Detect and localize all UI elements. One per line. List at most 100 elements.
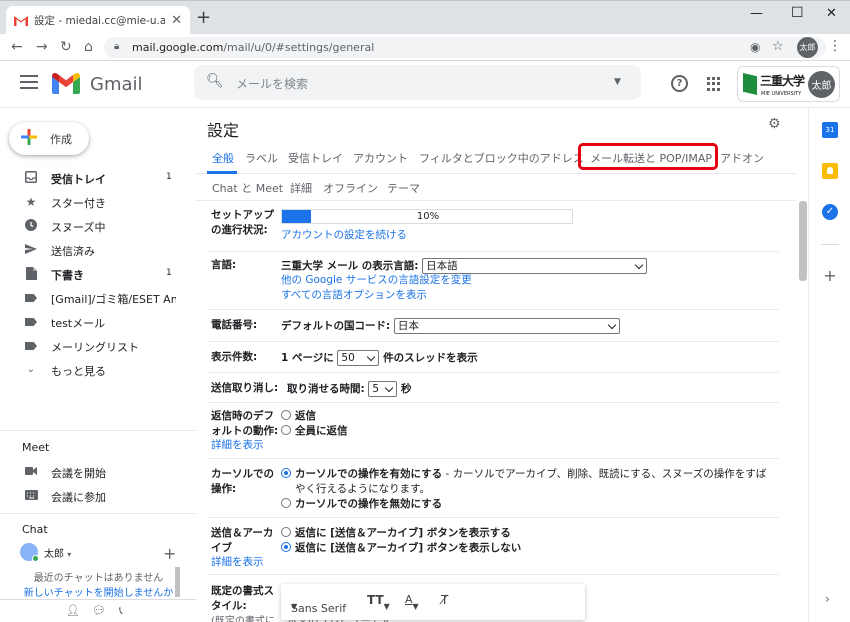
nav-sent[interactable]: 送信済み: [0, 239, 190, 262]
nav-label-test[interactable]: testメール: [0, 311, 190, 334]
cursor-disable-option[interactable]: カーソルでの操作を無効にする: [281, 497, 442, 512]
person-icon[interactable]: 👤︎: [66, 604, 80, 617]
reply-option[interactable]: 返信: [281, 409, 316, 424]
nav-item-label: testメール: [51, 317, 106, 330]
pagesize-prefix: 1 ページに: [281, 352, 334, 364]
org-logo-icon: [743, 73, 757, 95]
keep-icon[interactable]: [822, 163, 838, 179]
undo-suffix: 秒: [401, 383, 412, 395]
new-chat-plus-icon[interactable]: +: [163, 544, 176, 563]
lock-icon[interactable]: 🔒︎: [114, 41, 119, 52]
nav-starred[interactable]: ★ スター付き: [0, 191, 190, 214]
help-icon[interactable]: ?: [671, 75, 688, 92]
google-language-link[interactable]: 他の Google サービスの言語設定を変更: [281, 273, 472, 288]
send-archive-learn-more-link[interactable]: 詳細を表示: [211, 555, 264, 570]
minimize-icon[interactable]: —: [750, 6, 763, 21]
send-archive-show-option[interactable]: 返信に [送信＆アーカイブ] ボタンを表示する: [281, 526, 511, 541]
nav-label-mailinglist[interactable]: メーリングリスト: [0, 335, 190, 358]
browser-tab[interactable]: 設定 - miedai.cc@mie-u.ac.jp - 三 ✕: [6, 6, 190, 35]
cursor-enable-option[interactable]: カーソルでの操作を有効にする - カーソルでアーカイブ、削除、既読にする、スヌー…: [281, 467, 781, 497]
undo-seconds-select[interactable]: 5: [368, 381, 398, 397]
reload-icon[interactable]: ↻: [60, 39, 72, 55]
forward-icon[interactable]: →: [36, 39, 48, 55]
url-bar[interactable]: 🔒︎ mail.google.com/mail/u/0/#settings/ge…: [104, 37, 826, 58]
meet-start[interactable]: 会議を開始: [0, 461, 190, 484]
reply-all-option[interactable]: 全員に返信: [281, 424, 348, 439]
chevron-down-icon: [634, 260, 644, 270]
mail-search-box[interactable]: 🔍︎ メールを検索 ▼: [194, 65, 641, 100]
calendar-icon[interactable]: 31: [822, 122, 838, 138]
expand-panel-icon[interactable]: ›: [825, 592, 830, 606]
tab-themes[interactable]: テーマ: [387, 180, 420, 196]
main-scrollbar[interactable]: [799, 201, 807, 281]
tab-general[interactable]: 全般: [212, 150, 234, 166]
compose-button[interactable]: 作成: [9, 122, 89, 155]
tab-filters[interactable]: フィルタとブロック中のアドレス: [419, 150, 584, 166]
nav-more[interactable]: ⌄ もっと見る: [0, 359, 190, 382]
nav-snoozed[interactable]: スヌーズ中: [0, 215, 190, 238]
radio-button-selected[interactable]: [281, 468, 291, 478]
browser-profile-avatar[interactable]: 太郎: [797, 37, 818, 58]
all-language-options-link[interactable]: すべての言語オプションを表示: [281, 288, 427, 303]
meet-start-label: 会議を開始: [51, 467, 106, 480]
tab-accounts[interactable]: アカウント: [353, 150, 408, 166]
country-code-select[interactable]: 日本: [393, 318, 620, 334]
compose-label: 作成: [50, 133, 72, 146]
search-icon[interactable]: 🔍︎: [206, 73, 224, 89]
settings-gear-icon[interactable]: ⚙: [768, 116, 781, 132]
language-select[interactable]: 日本語: [422, 258, 648, 274]
meet-join[interactable]: 会議に参加: [0, 485, 190, 508]
nav-drafts[interactable]: 下書き 1: [0, 263, 190, 286]
bookmark-star-icon[interactable]: ☆: [772, 39, 784, 54]
radio-button[interactable]: [281, 425, 291, 435]
search-options-icon[interactable]: ▼: [614, 77, 621, 87]
close-tab-icon[interactable]: ✕: [171, 13, 182, 28]
eye-icon[interactable]: ◉: [750, 40, 760, 54]
radio-button[interactable]: [281, 527, 291, 537]
apps-grid-icon[interactable]: [707, 77, 721, 91]
account-avatar[interactable]: 太郎: [808, 71, 835, 98]
browser-menu-icon[interactable]: ⋮: [828, 38, 842, 54]
radio-button-selected[interactable]: [281, 542, 291, 552]
divider: [0, 430, 196, 431]
tab-chat-meet[interactable]: Chat と Meet: [212, 180, 283, 196]
left-scrollbar[interactable]: [175, 567, 180, 597]
nav-item-label: もっと見る: [51, 365, 106, 378]
tab-addons[interactable]: アドオン: [720, 150, 764, 166]
no-chat-text: 最近のチャットはありません: [33, 573, 164, 584]
account-switcher[interactable]: 三重大学 MIE UNIVERSITY 太郎: [737, 66, 840, 102]
back-icon[interactable]: ←: [11, 39, 23, 55]
language-text: 三重大学 メール の表示言語: 日本語: [281, 258, 648, 274]
maximize-icon[interactable]: ☐: [791, 5, 804, 21]
chat-bubble-icon[interactable]: 💬︎: [92, 604, 106, 617]
close-window-icon[interactable]: ✕: [826, 6, 837, 21]
tab-offline[interactable]: オフライン: [323, 180, 378, 196]
tab-labels[interactable]: ラベル: [245, 150, 278, 166]
main-menu-icon[interactable]: [20, 75, 38, 93]
nav-label-eset[interactable]: [Gmail]/ゴミ箱/ESET An...: [0, 287, 190, 310]
tab-advanced[interactable]: 詳細: [290, 180, 312, 196]
gmail-logo-icon[interactable]: [52, 72, 80, 97]
radio-button[interactable]: [281, 498, 291, 508]
reply-learn-more-link[interactable]: 詳細を表示: [211, 438, 264, 453]
new-tab-button[interactable]: +: [196, 9, 211, 27]
font-size-icon[interactable]: TT ▼: [367, 593, 390, 611]
home-icon[interactable]: ⌂: [84, 39, 93, 55]
continue-setup-link[interactable]: アカウントの設定を続ける: [281, 228, 407, 243]
online-status-dot: [32, 555, 39, 562]
cursor-disable-label: カーソルでの操作を無効にする: [295, 498, 443, 510]
meet-heading: Meet: [22, 441, 50, 454]
page-size-select[interactable]: 50: [337, 350, 380, 366]
chevron-down-icon[interactable]: ▾: [67, 550, 71, 559]
send-archive-hide-option[interactable]: 返信に [送信＆アーカイブ] ボタンを表示しない: [281, 541, 521, 556]
chat-user-name: 太郎 ▾: [44, 545, 71, 560]
add-addon-icon[interactable]: +: [822, 268, 838, 284]
tasks-icon[interactable]: ✓: [822, 204, 838, 220]
phone-icon[interactable]: 📞︎: [119, 604, 123, 618]
nav-item-label: 受信トレイ: [51, 173, 106, 186]
nav-inbox[interactable]: 受信トレイ 1: [0, 167, 190, 190]
clear-formatting-icon[interactable]: T̸: [441, 593, 448, 607]
radio-button[interactable]: [281, 410, 291, 420]
text-color-icon[interactable]: A ▼: [405, 593, 419, 611]
tab-inbox[interactable]: 受信トレイ: [288, 150, 343, 166]
